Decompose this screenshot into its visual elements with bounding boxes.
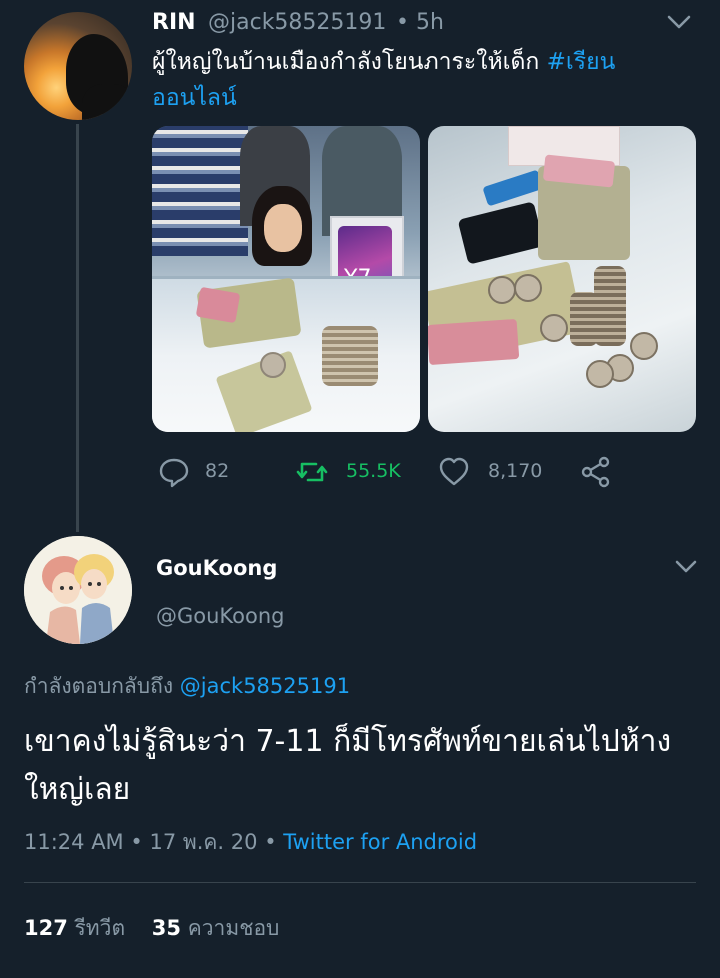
photo-coin-stack [322,326,378,386]
photo-coin [540,314,568,342]
meta-separator: • [130,830,143,854]
photo-girl-face [264,204,302,252]
author-display-name[interactable]: RIN [152,10,196,35]
tweet-text-body: ผู้ใหญ่ในบ้านเมืองกำลังโยนภาระให้เด็ก [152,49,547,75]
tweet-photo-1[interactable]: Y7 [152,126,420,432]
chevron-down-icon[interactable] [666,12,692,32]
retweets-count: 127 [24,916,68,940]
avatar-silhouette-body [82,84,132,120]
photo-coin [586,360,614,388]
reply-icon[interactable] [158,456,190,488]
author-handle[interactable]: @GouKoong [156,604,285,628]
photo-phone [457,201,545,265]
retweet-count: 55.5K [346,460,401,482]
like-count: 8,170 [488,460,543,482]
share-icon[interactable] [580,456,612,488]
avatar[interactable] [24,12,132,120]
author-handle[interactable]: @jack58525191 [208,10,386,35]
author-display-name[interactable]: GouKoong [156,556,277,580]
replying-to-handle-link[interactable]: @jack58525191 [180,674,350,698]
tweet-time-ago[interactable]: 5h [416,10,444,35]
photo-coin [488,276,516,304]
tweet-time[interactable]: 11:24 AM [24,830,124,854]
meta-separator: • [264,830,277,854]
photo-person-striped-shirt [152,126,248,256]
photo-stapler [482,169,544,207]
replying-to-label: กำลังตอบกลับถึง [24,674,180,698]
tweet-stats: 127 รีทวีต 35 ความชอบ [24,912,279,945]
retweets-label: รีทวีต [74,916,126,940]
chevron-down-icon[interactable] [674,558,698,576]
likes-label: ความชอบ [187,916,280,940]
avatar-anime-illustration [24,536,132,644]
retweet-icon[interactable] [296,456,328,488]
avatar[interactable] [24,536,132,644]
likes-stat[interactable]: 35 ความชอบ [152,916,280,940]
meta-separator: • [396,10,409,35]
divider [24,882,696,883]
replying-to-line: กำลังตอบกลับถึง @jack58525191 [24,670,350,703]
likes-count: 35 [151,916,182,940]
photo-banknote-pink [428,318,520,366]
photo-coin [514,274,542,302]
tweet-date[interactable]: 17 พ.ค. 20 [149,830,257,854]
tweet-source-link[interactable]: Twitter for Android [283,830,477,854]
photo-coin-stack [570,292,598,346]
reply-count: 82 [205,460,230,482]
tweet-text: เขาคงไม่รู้สินะว่า 7-11 ก็มีโทรศัพท์ขายเ… [24,724,672,807]
tweet-photo-2[interactable] [428,126,696,432]
photo-coin-stack [594,266,626,346]
retweets-stat[interactable]: 127 รีทวีต [24,916,125,940]
tweet-timestamp-line: 11:24 AM • 17 พ.ค. 20 • Twitter for Andr… [24,826,477,859]
heart-icon[interactable] [438,456,470,488]
tweet-text: ผู้ใหญ่ในบ้านเมืองกำลังโยนภาระให้เด็ก #เ… [152,44,692,116]
thread-connector-line [76,124,79,532]
photo-coin [630,332,658,360]
photo-coin [260,352,286,378]
